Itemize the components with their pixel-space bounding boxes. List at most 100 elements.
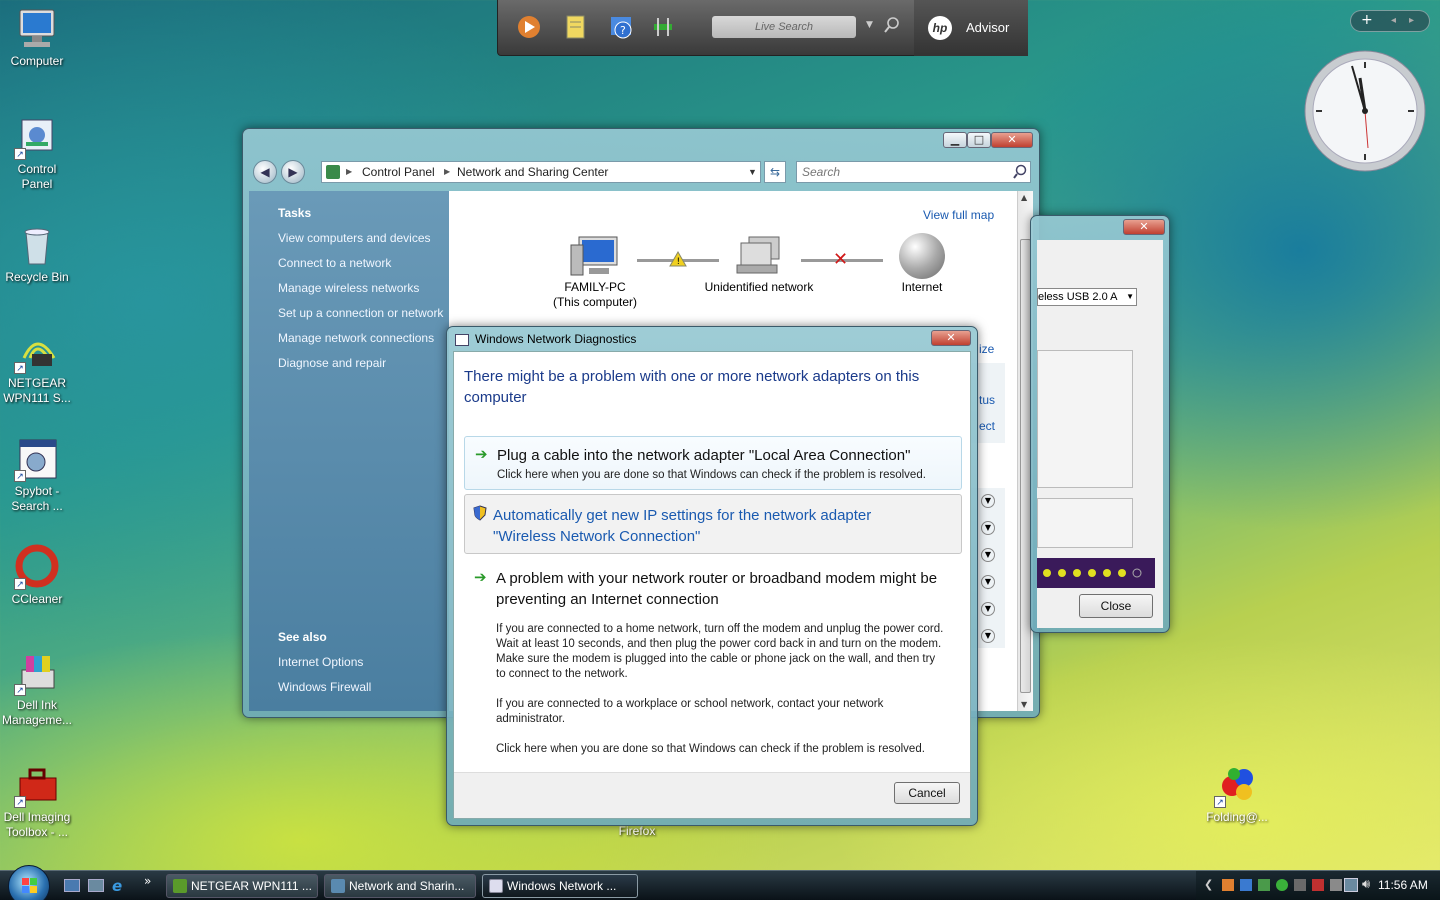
expand-chevron-icon[interactable]: ▼ (981, 494, 995, 508)
adapter-select[interactable]: eless USB 2.0 A ▼ (1037, 288, 1137, 306)
spybot-icon: ↗ (14, 436, 60, 482)
internet-explorer-icon[interactable]: e (112, 877, 122, 895)
task-view-computers[interactable]: View computers and devices (278, 231, 431, 245)
clock-time[interactable]: 11:56 AM (1378, 878, 1428, 892)
desktop-icon-spybot[interactable]: ↗ Spybot - Search ... (0, 436, 74, 514)
taskbar-item-label: Network and Sharin... (349, 879, 465, 893)
close-button[interactable]: ✕ (1123, 219, 1165, 235)
task-diagnose-repair[interactable]: Diagnose and repair (278, 356, 386, 370)
task-connect-network[interactable]: Connect to a network (278, 256, 391, 270)
hp-advisor-button[interactable]: hp Advisor (914, 0, 1028, 56)
option-paragraph: If you are connected to a home network, … (496, 623, 944, 680)
address-dropdown-icon[interactable]: ▼ (748, 162, 757, 182)
show-desktop-icon[interactable] (64, 879, 80, 892)
media-player-icon[interactable] (514, 12, 544, 42)
switch-windows-icon[interactable] (88, 879, 104, 892)
tray-app-icon[interactable] (1240, 879, 1252, 891)
expand-chevron-icon[interactable]: ▼ (981, 629, 995, 643)
tray-app-icon[interactable] (1258, 879, 1270, 891)
task-manage-connections[interactable]: Manage network connections (278, 331, 434, 345)
desktop-icon-netgear[interactable]: ↗ NETGEAR WPN111 S... (0, 328, 74, 406)
desktop-icon-label: Folding@... (1206, 810, 1268, 824)
close-button[interactable]: ✕ (931, 330, 971, 346)
search-dropdown-icon[interactable]: ▼ (866, 20, 873, 30)
partial-link-disconnect[interactable]: ect (979, 419, 995, 433)
taskbar-item-diagnostics[interactable]: Windows Network ... (482, 874, 638, 898)
scroll-down-icon[interactable]: ▼ (1021, 700, 1027, 709)
internet-globe-icon[interactable] (899, 233, 945, 279)
close-button[interactable]: Close (1079, 594, 1153, 618)
expand-chevron-icon[interactable]: ▼ (981, 548, 995, 562)
option-router-modem[interactable]: ➔ A problem with your network router or … (464, 566, 962, 786)
search-input[interactable]: Search (796, 161, 1031, 183)
tray-app-icon[interactable] (1312, 879, 1324, 891)
desktop-icon-dell-imaging[interactable]: ↗ Dell Imaging Toolbox - ... (0, 762, 74, 840)
notepad-icon[interactable] (560, 12, 590, 42)
next-gadget-icon[interactable]: ▸ (1409, 15, 1414, 26)
partial-link-customize[interactable]: ize (979, 342, 994, 356)
this-computer-icon[interactable] (569, 235, 623, 282)
desktop-icon-folding[interactable]: ↗ Folding@... (1200, 762, 1274, 825)
desktop-icon-label: Dell Imaging Toolbox - ... (3, 810, 71, 839)
option-paragraph: If you are connected to a workplace or s… (496, 698, 884, 725)
partial-link-status[interactable]: tus (979, 393, 995, 407)
view-full-map-link[interactable]: View full map (923, 208, 994, 222)
desktop-icon-computer[interactable]: Computer (0, 6, 74, 69)
add-gadget-icon[interactable]: + (1361, 12, 1373, 28)
desktop-icon-ccleaner[interactable]: ↗ CCleaner (0, 544, 74, 607)
task-manage-wireless[interactable]: Manage wireless networks (278, 281, 419, 295)
address-bar[interactable]: ▶ Control Panel ▶ Network and Sharing Ce… (321, 161, 761, 183)
breadcrumb-control-panel[interactable]: Control Panel (362, 162, 435, 182)
link-internet-options[interactable]: Internet Options (278, 655, 363, 669)
clock-gadget[interactable] (1302, 48, 1428, 174)
close-button[interactable]: ✕ (991, 132, 1033, 148)
option-plug-cable[interactable]: ➔ Plug a cable into the network adapter … (464, 436, 962, 490)
expand-chevron-icon[interactable]: ▼ (981, 602, 995, 616)
tasks-header: Tasks (278, 206, 312, 220)
minimize-button[interactable]: ▁ (943, 132, 967, 148)
tray-app-icon[interactable] (1222, 879, 1234, 891)
tray-app-icon[interactable] (1276, 879, 1288, 891)
breadcrumb-network-sharing-center[interactable]: Network and Sharing Center (457, 162, 608, 182)
taskbar-item-network-sharing[interactable]: Network and Sharin... (324, 874, 476, 898)
expand-chevron-icon[interactable]: ▼ (981, 575, 995, 589)
green-arrow-icon: ➔ (474, 568, 487, 586)
link-windows-firewall[interactable]: Windows Firewall (278, 680, 371, 694)
previous-gadget-icon[interactable]: ◂ (1391, 15, 1396, 26)
volume-icon[interactable]: 🔊︎ (1362, 877, 1370, 892)
quick-launch-chevron[interactable]: » (144, 874, 151, 888)
refresh-button[interactable]: ⇆ (764, 161, 786, 183)
back-button[interactable]: ◀ (253, 160, 277, 184)
live-search-input[interactable]: Live Search (712, 16, 856, 38)
cancel-button[interactable]: Cancel (894, 782, 960, 804)
taskbar: e » NETGEAR WPN111 ... Network and Shari… (0, 865, 1440, 900)
desktop-icon-recycle-bin[interactable]: Recycle Bin (0, 222, 74, 285)
tray-app-icon[interactable] (1294, 879, 1306, 891)
network-icon[interactable] (733, 235, 787, 282)
desktop-icon-label: NETGEAR WPN111 S... (3, 376, 71, 405)
network-status-icon[interactable] (1344, 878, 1358, 892)
forward-button[interactable]: ▶ (281, 160, 305, 184)
start-button[interactable] (8, 865, 50, 900)
disconnected-x-icon[interactable]: ✕ (833, 249, 848, 270)
taskbar-item-label: NETGEAR WPN111 ... (191, 879, 312, 893)
help-icon[interactable]: ? (606, 12, 636, 42)
option-auto-ip[interactable]: Automatically get new IP settings for th… (464, 494, 962, 554)
tray-app-icon[interactable] (1330, 879, 1342, 891)
desktop-icon-control-panel[interactable]: ↗ Control Panel (0, 114, 74, 192)
connectivity-icon[interactable] (648, 12, 678, 42)
diagnostics-app-icon (489, 879, 503, 893)
tray-expand-icon[interactable]: ❮ (1204, 878, 1213, 891)
breadcrumb-separator-icon: ▶ (346, 167, 353, 176)
scroll-up-icon[interactable]: ▲ (1021, 193, 1027, 202)
search-icon[interactable] (1013, 164, 1027, 183)
shortcut-arrow-icon: ↗ (1214, 796, 1226, 808)
task-setup-connection[interactable]: Set up a connection or network (278, 306, 443, 320)
maximize-button[interactable]: □ (967, 132, 991, 148)
warning-icon[interactable]: ! (669, 250, 687, 270)
option-paragraph: Click here when you are done so that Win… (496, 743, 925, 755)
search-icon[interactable] (884, 16, 900, 37)
desktop-icon-dell-ink[interactable]: ↗ Dell Ink Manageme... (0, 650, 74, 728)
taskbar-item-netgear[interactable]: NETGEAR WPN111 ... (166, 874, 318, 898)
expand-chevron-icon[interactable]: ▼ (981, 521, 995, 535)
